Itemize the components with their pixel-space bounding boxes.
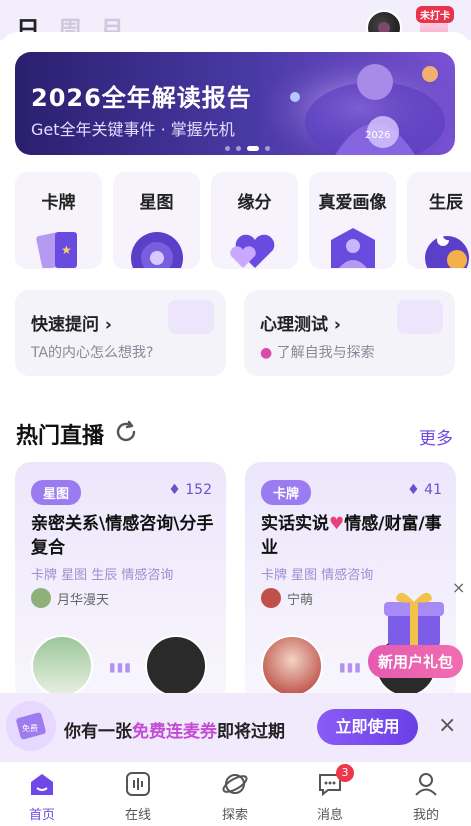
- tab-online[interactable]: 在线: [108, 770, 168, 823]
- moon-sun-icon: [425, 234, 469, 268]
- category-true-love-portrait[interactable]: 真爱画像: [309, 172, 396, 269]
- svg-text:免费: 免费: [22, 723, 38, 733]
- category-label: 卡牌: [41, 193, 76, 213]
- coupon-banner: 免费 你有一张免费连麦券即将过期 立即使用 ×: [0, 693, 471, 761]
- category-label: 生辰: [429, 193, 463, 213]
- svg-text:2026: 2026: [365, 130, 390, 141]
- gift-box-icon[interactable]: [382, 586, 446, 648]
- close-icon[interactable]: ×: [452, 578, 465, 597]
- category-star-chart[interactable]: 星图: [113, 172, 200, 269]
- host-name: 宁萌: [287, 592, 314, 608]
- quick-ask-subtitle: TA的内心怎么想我?: [31, 345, 154, 361]
- host-info: 宁萌: [261, 588, 313, 608]
- tab-home[interactable]: 首页: [12, 770, 72, 823]
- viewer-count: ♦ 152: [168, 482, 212, 498]
- psych-test-card[interactable]: 心理测试 › ● 了解自我与探索: [244, 290, 455, 376]
- live-skill-tags: 卡牌 星图 情感咨询: [261, 568, 374, 583]
- banner-title: 2026全年解读报告: [31, 84, 252, 112]
- live-tag: 卡牌: [261, 480, 312, 505]
- unread-badge: 3: [336, 764, 354, 782]
- use-now-button[interactable]: 立即使用: [317, 709, 418, 745]
- online-icon: [126, 772, 150, 796]
- live-skill-tags: 卡牌 星图 生辰 情感咨询: [31, 568, 174, 583]
- planet-icon: [222, 774, 248, 794]
- question-bubble-icon: [168, 300, 214, 334]
- sun-emblem-icon: [145, 635, 207, 697]
- host-portrait: [261, 635, 323, 697]
- refresh-icon[interactable]: [114, 420, 138, 444]
- new-user-gift-label[interactable]: 新用户礼包: [368, 645, 464, 678]
- zodiac-wheel-icon: [131, 232, 183, 268]
- coupon-message: 你有一张免费连麦券即将过期: [64, 722, 285, 742]
- profile-icon: [415, 773, 437, 796]
- live-tag: 星图: [31, 480, 82, 505]
- tab-messages[interactable]: 3 消息: [300, 764, 360, 823]
- banner-subtitle: Get全年关键事件 · 掌握先机: [31, 120, 235, 139]
- category-birth[interactable]: 生辰: [407, 172, 471, 269]
- svg-text:★: ★: [61, 243, 72, 257]
- tarot-cards-icon: ★: [36, 232, 77, 268]
- portrait-icon: [331, 228, 375, 268]
- category-tarot[interactable]: 卡牌 ★: [15, 172, 102, 269]
- live-card[interactable]: 星图 ♦ 152 亲密关系\情感咨询\分手复合 卡牌 星图 生辰 情感咨询 月华…: [15, 462, 226, 702]
- close-icon[interactable]: ×: [438, 713, 456, 738]
- astrology-art-icon: 2026: [265, 52, 455, 155]
- host-portrait: [31, 635, 93, 697]
- carousel-dot: [225, 146, 230, 151]
- coupon-ticket-icon: 免费: [6, 701, 56, 751]
- checkin-badge: 未打卡: [416, 6, 454, 23]
- quick-ask-card[interactable]: 快速提问 › TA的内心怎么想我?: [15, 290, 226, 376]
- heart-icon: ♥: [329, 514, 345, 534]
- flame-icon: ♦: [168, 482, 181, 498]
- more-link[interactable]: 更多: [419, 424, 453, 449]
- category-label: 星图: [139, 193, 174, 213]
- hearts-icon: [230, 234, 275, 268]
- flame-icon: ♦: [407, 482, 420, 498]
- connecting-indicator: ▮▮▮: [339, 660, 362, 674]
- tab-explore[interactable]: 探索: [205, 770, 265, 823]
- carousel-dot-active: [247, 146, 259, 151]
- tab-profile[interactable]: 我的: [396, 770, 456, 823]
- home-icon: [31, 774, 53, 795]
- category-fate[interactable]: 缘分: [211, 172, 298, 269]
- live-title: 实话实说♥情感/财富/事业: [261, 514, 442, 558]
- carousel-dot: [236, 146, 241, 151]
- promo-banner[interactable]: 2026 2026全年解读报告 Get全年关键事件 · 掌握先机: [15, 52, 455, 155]
- bottom-tab-bar: 首页 在线 探索 3 消息 我的: [0, 761, 471, 826]
- host-avatar: [261, 588, 281, 608]
- section-title-live: 热门直播: [16, 424, 105, 449]
- live-title: 亲密关系\情感咨询\分手复合: [31, 514, 214, 558]
- carousel-dot: [265, 146, 270, 151]
- carousel-indicator: [225, 146, 270, 151]
- host-name: 月华漫天: [57, 592, 110, 608]
- psych-test-subtitle: ● 了解自我与探索: [260, 345, 375, 361]
- category-label: 真爱画像: [318, 193, 387, 213]
- category-label: 缘分: [237, 193, 272, 213]
- quick-ask-title: 快速提问 ›: [31, 315, 112, 335]
- chat-bubble-icon: [397, 300, 443, 334]
- drop-icon: ●: [260, 345, 273, 361]
- connecting-indicator: ▮▮▮: [109, 660, 132, 674]
- host-avatar: [31, 588, 51, 608]
- viewer-count: ♦ 41: [407, 482, 442, 498]
- host-info: 月华漫天: [31, 588, 109, 608]
- psych-test-title: 心理测试 ›: [260, 315, 341, 335]
